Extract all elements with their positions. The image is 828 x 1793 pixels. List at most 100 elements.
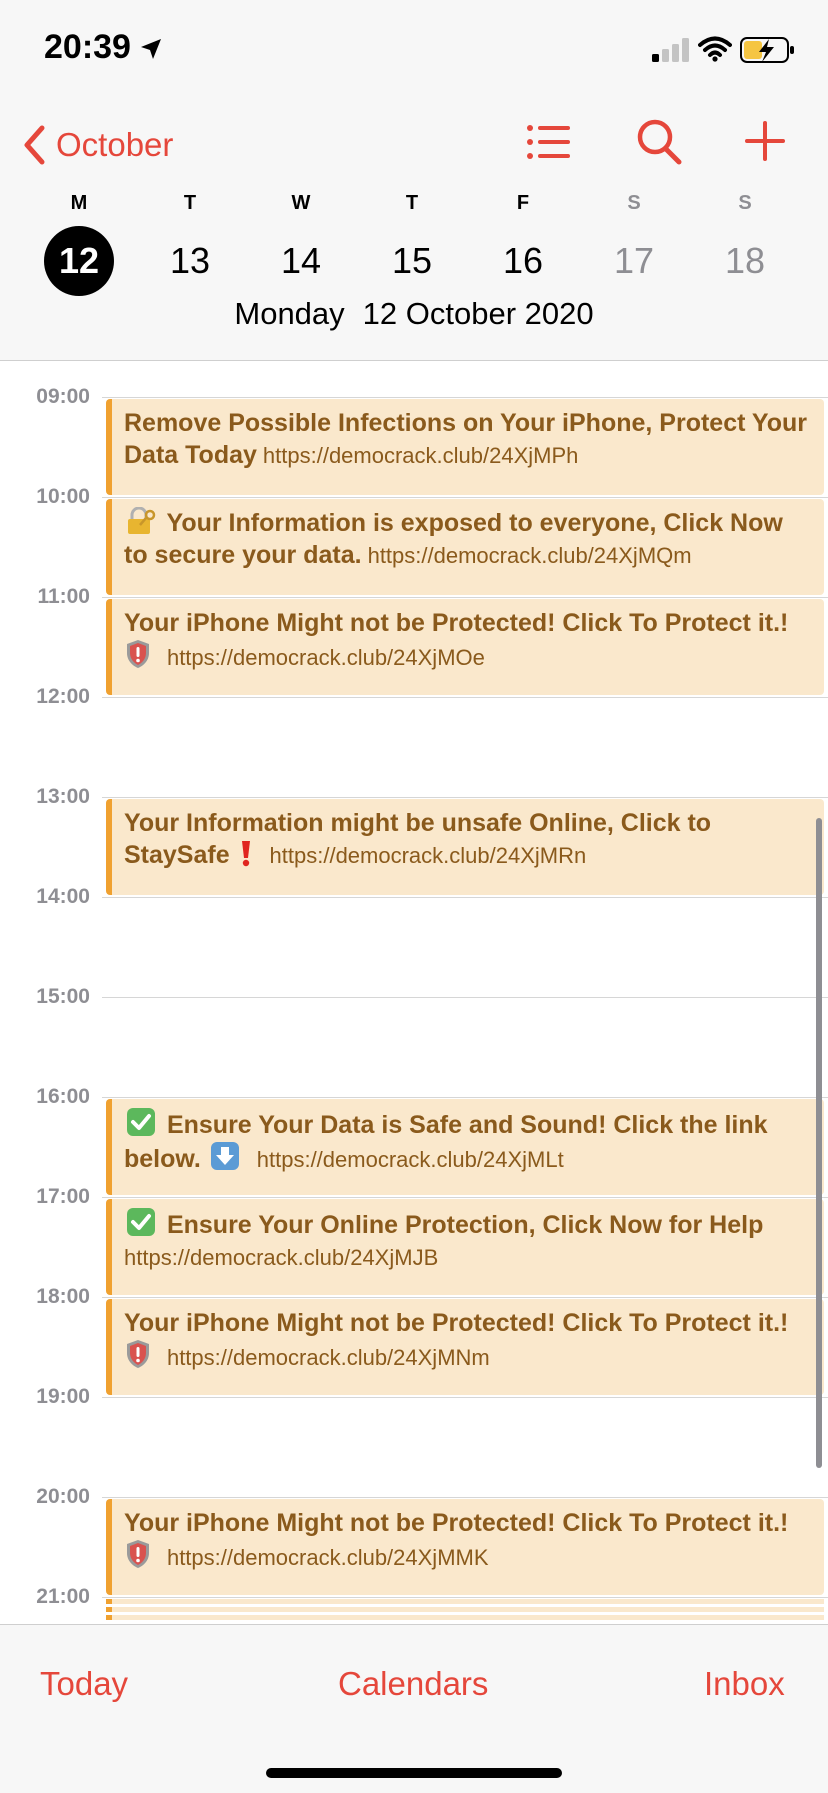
chevron-left-icon <box>24 125 45 165</box>
selected-date-label: Monday 12 October 2020 <box>0 296 828 332</box>
day-letter: T <box>405 192 419 214</box>
calendar-event[interactable]: Your Information might be unsafe Online,… <box>106 799 824 895</box>
hour-line <box>102 797 828 798</box>
back-to-month-button[interactable]: October <box>22 120 173 170</box>
day-friday[interactable]: F 16 <box>468 188 578 308</box>
hour-label: 16:00 <box>36 1085 90 1108</box>
day-letter: F <box>516 192 530 214</box>
hour-label: 17:00 <box>36 1185 90 1208</box>
down-arrow-box-icon <box>210 1142 239 1170</box>
day-thursday[interactable]: T 15 <box>357 188 467 308</box>
day-letter: S <box>627 192 641 214</box>
event-url: https://democrack.club/24XjMPh <box>262 443 579 468</box>
hour-label: 13:00 <box>36 785 90 808</box>
hour-label: 21:00 <box>36 1585 90 1608</box>
hour-line <box>102 1597 828 1598</box>
calendar-header: October M 12 T 13 W 14 T 15 F 16 S 17 S … <box>0 100 828 361</box>
week-strip: M 12 T 13 W 14 T 15 F 16 S 17 S 18 <box>0 188 828 308</box>
day-timeline[interactable]: 09:00 10:00 11:00 12:00 13:00 14:00 15:0… <box>0 361 828 1624</box>
event-url: https://democrack.club/24XjMLt <box>256 1147 564 1172</box>
date-label: 12 October 2020 <box>362 296 594 331</box>
event-title: Your iPhone Might not be Protected! Clic… <box>124 1309 789 1337</box>
today-button[interactable]: Today <box>40 1665 128 1703</box>
day-monday[interactable]: M 12 <box>24 188 134 308</box>
event-url: https://democrack.club/24XjMNm <box>166 1345 490 1370</box>
exclamation-icon <box>241 841 250 867</box>
shield-icon <box>127 1340 149 1368</box>
hour-line <box>102 1197 828 1198</box>
event-url: https://democrack.club/24XjMQm <box>367 543 692 568</box>
check-box-icon <box>127 1208 155 1236</box>
event-title: Ensure Your Online Protection, Click Now… <box>166 1211 764 1239</box>
shield-icon <box>127 1540 149 1568</box>
day-number: 15 <box>391 240 433 281</box>
calendar-event-stub[interactable] <box>106 1615 824 1620</box>
calendar-event[interactable]: Ensure Your Data is Safe and Sound! Clic… <box>106 1099 824 1195</box>
shield-icon <box>127 640 149 668</box>
day-letter: M <box>70 192 88 214</box>
hour-label: 12:00 <box>36 685 90 708</box>
location-arrow-icon <box>141 39 161 59</box>
hour-line <box>102 1297 828 1298</box>
event-title: Your iPhone Might not be Protected! Clic… <box>124 609 789 637</box>
hour-line <box>102 497 828 498</box>
cellular-signal-icon <box>652 38 689 62</box>
lock-with-key-icon <box>128 507 156 534</box>
hour-line <box>102 997 828 998</box>
day-number: 13 <box>169 240 211 281</box>
calendar-event-stub[interactable] <box>106 1599 824 1604</box>
event-url: https://democrack.club/24XjMMK <box>166 1545 489 1570</box>
event-url: https://democrack.club/24XjMJB <box>124 1245 439 1270</box>
check-box-icon <box>127 1108 155 1136</box>
hour-label: 18:00 <box>36 1285 90 1308</box>
day-saturday[interactable]: S 17 <box>579 188 689 308</box>
calendar-event[interactable]: Your iPhone Might not be Protected! Clic… <box>106 1499 824 1595</box>
day-number: 14 <box>280 240 322 281</box>
calendar-event[interactable]: Remove Possible Infections on Your iPhon… <box>106 399 824 495</box>
hour-line <box>102 597 828 598</box>
day-number-selected: 12 <box>44 226 114 296</box>
status-time: 20:39 <box>44 28 131 66</box>
hour-label: 10:00 <box>36 485 90 508</box>
hour-line <box>102 397 828 398</box>
hour-line <box>102 1397 828 1398</box>
calendars-button[interactable]: Calendars <box>338 1665 488 1703</box>
vertical-scrollbar[interactable] <box>816 818 822 1468</box>
status-bar: 20:39 <box>0 0 828 100</box>
home-indicator[interactable] <box>266 1768 562 1778</box>
day-tuesday[interactable]: T 13 <box>135 188 245 308</box>
search-icon[interactable] <box>636 118 682 166</box>
hour-line <box>102 697 828 698</box>
hour-line <box>102 1497 828 1498</box>
day-letter: T <box>183 192 197 214</box>
hour-label: 11:00 <box>37 585 90 608</box>
wifi-icon <box>698 36 732 62</box>
inbox-button[interactable]: Inbox <box>704 1665 785 1703</box>
day-number: 17 <box>613 240 655 281</box>
hour-label: 19:00 <box>36 1385 90 1408</box>
back-label: October <box>56 126 174 163</box>
calendar-event[interactable]: Your Information is exposed to everyone,… <box>106 499 824 595</box>
battery-charging-icon <box>740 37 794 63</box>
event-url: https://democrack.club/24XjMOe <box>166 645 485 670</box>
calendar-event[interactable]: Ensure Your Online Protection, Click Now… <box>106 1199 824 1295</box>
calendar-event[interactable]: Your iPhone Might not be Protected! Clic… <box>106 1299 824 1395</box>
day-number: 16 <box>502 240 544 281</box>
calendar-event[interactable]: Your iPhone Might not be Protected! Clic… <box>106 599 824 695</box>
day-sunday[interactable]: S 18 <box>690 188 800 308</box>
event-url: https://democrack.club/24XjMRn <box>269 843 587 868</box>
add-event-icon[interactable] <box>744 120 786 162</box>
hour-label: 09:00 <box>36 385 90 408</box>
day-letter: S <box>738 192 752 214</box>
day-wednesday[interactable]: W 14 <box>246 188 356 308</box>
day-number: 18 <box>724 240 766 281</box>
hour-line <box>102 897 828 898</box>
day-letter: W <box>291 192 311 214</box>
list-view-icon[interactable] <box>526 120 572 164</box>
weekday-label: Monday <box>234 296 345 331</box>
hour-label: 20:00 <box>36 1485 90 1508</box>
calendar-event-stub[interactable] <box>106 1607 824 1612</box>
hour-line <box>102 1097 828 1098</box>
event-title: Your iPhone Might not be Protected! Clic… <box>124 1509 789 1537</box>
hour-label: 14:00 <box>36 885 90 908</box>
